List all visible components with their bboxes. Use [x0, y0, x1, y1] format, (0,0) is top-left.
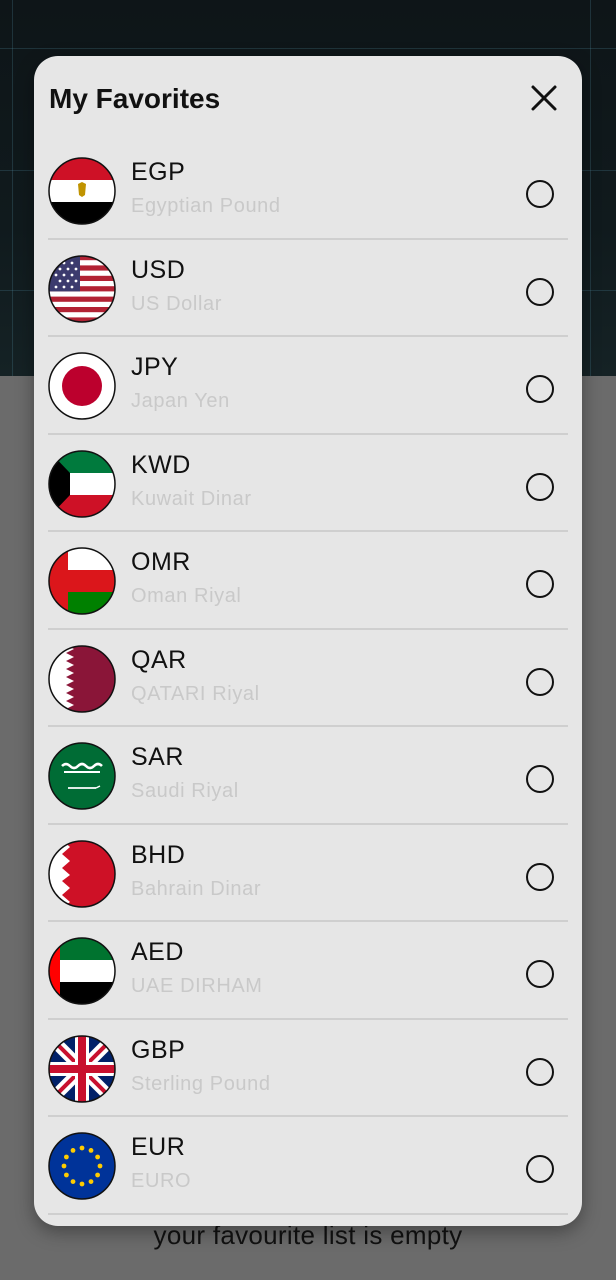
currency-row-egp[interactable]: EGP Egyptian Pound — [48, 142, 568, 240]
favorite-radio[interactable] — [526, 667, 554, 696]
qatar-flag-icon — [48, 644, 116, 713]
favorite-radio[interactable] — [526, 375, 554, 403]
currency-code: EUR — [131, 1133, 186, 1161]
currency-code: USD — [131, 255, 186, 284]
modal-header: My Favorites — [34, 56, 582, 142]
currency-row-jpy[interactable]: JPY Japan Yen — [48, 337, 568, 435]
currency-name: Oman Riyal — [131, 585, 242, 607]
favorite-radio[interactable] — [526, 862, 554, 891]
currency-row-eur[interactable]: EUR EURO — [48, 1117, 568, 1215]
egypt-flag-icon — [48, 157, 116, 225]
close-icon — [531, 85, 557, 111]
currency-code: OMR — [131, 548, 191, 576]
currency-code: AED — [131, 938, 184, 966]
favorite-radio[interactable] — [526, 180, 554, 208]
currency-row-qar[interactable]: QAR QATARI Riyal — [48, 630, 568, 727]
favorite-radio[interactable] — [526, 1057, 554, 1086]
currency-name: QATARI Riyal — [131, 682, 260, 705]
japan-flag-icon — [48, 352, 116, 420]
currency-code: EGP — [131, 158, 186, 186]
currency-code: JPY — [131, 353, 179, 381]
currency-name: EURO — [131, 1170, 192, 1192]
close-button[interactable] — [528, 82, 560, 114]
currency-name: Sterling Pound — [131, 1072, 271, 1095]
saudi-flag-icon — [48, 742, 116, 810]
currency-name: Kuwait Dinar — [131, 487, 252, 510]
usa-flag-icon — [48, 254, 116, 323]
favorite-radio[interactable] — [526, 472, 554, 501]
currency-name: UAE DIRHAM — [131, 975, 263, 997]
favorite-radio[interactable] — [526, 1155, 554, 1183]
currency-row-aed[interactable]: AED UAE DIRHAM — [48, 922, 568, 1020]
currency-row-gbp[interactable]: GBP Sterling Pound — [48, 1020, 568, 1117]
currency-row-usd[interactable]: USD US Dollar — [48, 240, 568, 337]
favorites-modal: My Favorites EGP Egyptian Pound USD US D… — [34, 56, 582, 1226]
currency-name: Saudi Riyal — [131, 780, 239, 802]
favorite-radio[interactable] — [526, 277, 554, 306]
eu-flag-icon — [48, 1132, 116, 1200]
currency-list: EGP Egyptian Pound USD US Dollar JPY Jap… — [34, 142, 582, 1215]
currency-code: QAR — [131, 645, 187, 674]
currency-row-kwd[interactable]: KWD Kuwait Dinar — [48, 435, 568, 532]
currency-row-omr[interactable]: OMR Oman Riyal — [48, 532, 568, 630]
currency-name: US Dollar — [131, 292, 222, 315]
uk-flag-icon — [48, 1034, 116, 1103]
currency-code: SAR — [131, 743, 184, 771]
currency-code: BHD — [131, 840, 186, 869]
currency-name: Japan Yen — [131, 390, 230, 412]
favorite-radio[interactable] — [526, 570, 554, 598]
currency-row-sar[interactable]: SAR Saudi Riyal — [48, 727, 568, 825]
uae-flag-icon — [48, 937, 116, 1005]
modal-title: My Favorites — [49, 83, 221, 114]
currency-code: GBP — [131, 1035, 186, 1064]
favorite-radio[interactable] — [526, 765, 554, 793]
oman-flag-icon — [48, 547, 116, 615]
currency-row-bhd[interactable]: BHD Bahrain Dinar — [48, 825, 568, 922]
favorite-radio[interactable] — [526, 960, 554, 988]
kuwait-flag-icon — [48, 449, 116, 518]
bahrain-flag-icon — [48, 839, 116, 908]
currency-code: KWD — [131, 450, 191, 479]
currency-name: Egyptian Pound — [131, 195, 281, 217]
currency-name: Bahrain Dinar — [131, 877, 262, 900]
